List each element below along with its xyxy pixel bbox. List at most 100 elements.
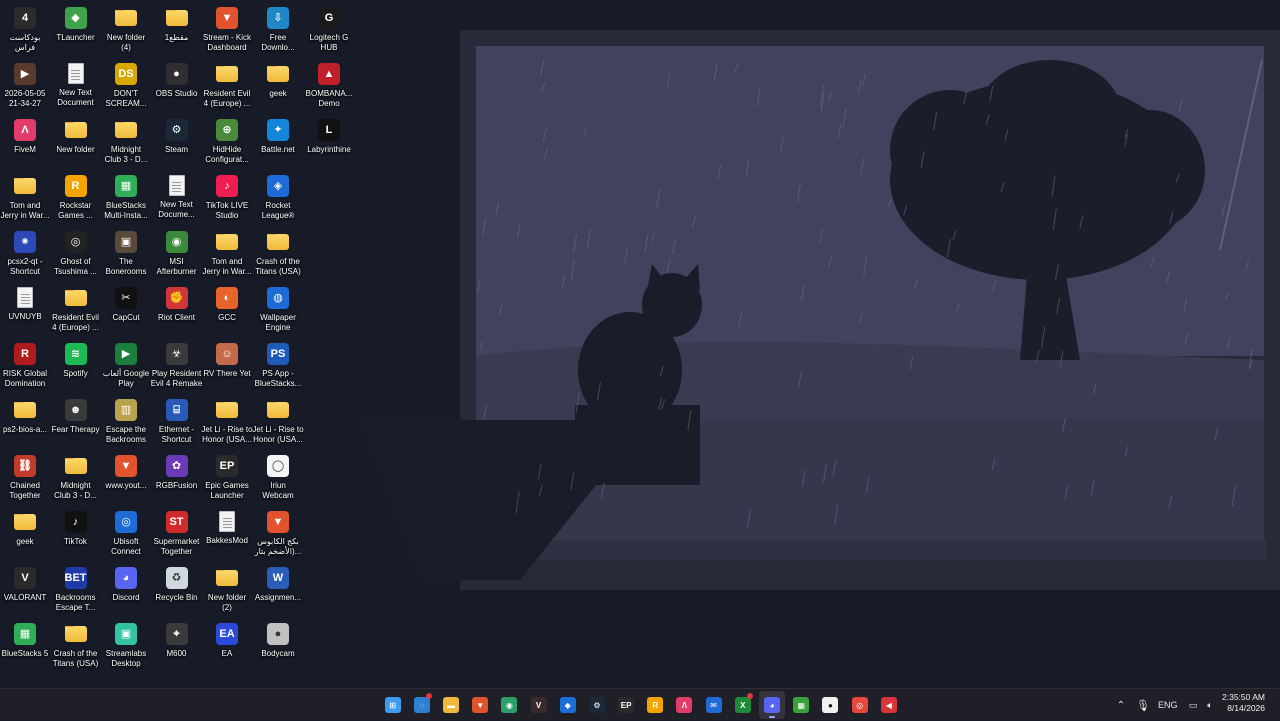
desktop-icon-labyrinthine[interactable]: L Labyrinthine xyxy=(304,114,354,168)
desktop-icon-ethernet[interactable]: ⌸ Ethernet - Shortcut xyxy=(152,394,202,448)
desktop-icon-newtext1[interactable]: New Text Document xyxy=(51,58,101,112)
language-indicator[interactable]: ENG xyxy=(1158,689,1178,721)
desktop-icon-clip1[interactable]: مقطع1 xyxy=(152,2,202,56)
folder-icon xyxy=(216,570,238,586)
desktop-icon-fivem[interactable]: Λ FiveM xyxy=(0,114,50,168)
desktop-icon-newfolder[interactable]: New folder xyxy=(51,114,101,168)
taskbar-app-obs[interactable]: ● xyxy=(817,691,843,719)
desktop-icon-bombana[interactable]: ▲ BOMBANA... Demo xyxy=(304,58,354,112)
desktop-icon-riot[interactable]: ✊ Riot Client xyxy=(152,282,202,336)
desktop-icon-ps2bios[interactable]: ps2-bios-a... xyxy=(0,394,50,448)
desktop-icon-risk[interactable]: R RISK Global Domination xyxy=(0,338,50,392)
taskbar-app-start[interactable]: ⊞ xyxy=(380,691,406,719)
desktop-icon-jetli2[interactable]: Jet Li - Rise to Honor (USA... xyxy=(252,394,304,448)
taskbar-app-minecraft[interactable]: ▦ xyxy=(788,691,814,719)
clock[interactable]: 2:35:50 AM 8/14/2026 xyxy=(1222,692,1265,714)
desktop-icon-ubisoft[interactable]: ◎ Ubisoft Connect xyxy=(101,506,151,560)
desktop-icon-obs[interactable]: ● OBS Studio xyxy=(152,58,202,112)
desktop-icon-ea[interactable]: EA EA xyxy=(202,618,252,672)
desktop-icon-battlenet[interactable]: ✦ Battle.net xyxy=(253,114,303,168)
desktop-icon-tiktok[interactable]: ♪ TikTok xyxy=(51,506,101,560)
desktop-icon-bakkesmod[interactable]: BakkesMod xyxy=(202,506,252,560)
taskbar-app-rockstar[interactable]: R xyxy=(642,691,668,719)
show-hidden-icons-chevron-icon[interactable]: ⌃ xyxy=(1114,700,1128,711)
desktop-icon-bluestacks5[interactable]: ▦ BlueStacks 5 xyxy=(0,618,50,672)
desktop-icon-tomjerry1[interactable]: Tom and Jerry in War... xyxy=(0,170,50,224)
desktop-icon-feartherapy[interactable]: ☻ Fear Therapy xyxy=(51,394,101,448)
desktop-icon-logitech[interactable]: G Logitech G HUB xyxy=(304,2,354,56)
taskbar-app-fivem[interactable]: Λ xyxy=(671,691,697,719)
taskbar-app-copilot[interactable]: ◌ xyxy=(409,691,435,719)
desktop-icon-crashtitans1[interactable]: Crash of the Titans (USA) xyxy=(253,226,303,280)
desktop-icon-freedownload[interactable]: ⇩ Free Downlo... xyxy=(253,2,303,56)
desktop-icon-bodycam[interactable]: ● Bodycam xyxy=(253,618,303,672)
desktop-icon-kick[interactable]: ▼ Stream - Kick Dashboard xyxy=(202,2,252,56)
desktop-icon-m600[interactable]: ⌖ M600 xyxy=(152,618,202,672)
taskbar-app-steam[interactable]: ⚙ xyxy=(584,691,610,719)
desktop-icon-midnight1[interactable]: Midnight Club 3 - D... xyxy=(101,114,151,168)
desktop-icon-recyclebin[interactable]: ♻ Recycle Bin xyxy=(152,562,202,616)
desktop-icon-psapp[interactable]: PS PS App - BlueStacks... xyxy=(253,338,303,392)
desktop-icon-valorant[interactable]: V VALORANT xyxy=(0,562,50,616)
taskbar-app-recorder[interactable]: ◀ xyxy=(876,691,902,719)
desktop-icon-midnight2[interactable]: Midnight Club 3 - D... xyxy=(51,450,101,504)
desktop-icon-brave2[interactable]: ▼ بكج الكابوس الأضخم بتار)... xyxy=(253,506,303,560)
desktop-icon-rgbfusion[interactable]: ✿ RGBFusion xyxy=(152,450,202,504)
taskbar-app-epic[interactable]: EP xyxy=(613,691,639,719)
desktop-icon-assignment[interactable]: W Assignmen... xyxy=(253,562,303,616)
desktop-icon-msi[interactable]: ◉ MSI Afterburner xyxy=(152,226,202,280)
desktop-icon-youtube[interactable]: ▼ www.yout... xyxy=(101,450,151,504)
desktop-icon-chained[interactable]: ⛓ Chained Together xyxy=(0,450,50,504)
desktop-icon-hidhide[interactable]: ⊕ HidHide Configurat... xyxy=(202,114,252,168)
desktop-icon-capcut[interactable]: ✂ CapCut xyxy=(101,282,151,336)
desktop-icon-supermarket[interactable]: ST Supermarket Together xyxy=(152,506,202,560)
taskbar-app-valorant[interactable]: V xyxy=(526,691,552,719)
microphone-icon[interactable]: 🎙︎ xyxy=(1134,699,1152,712)
desktop-icon-googleplay[interactable]: ▶ ألعاب Google Play xyxy=(101,338,151,392)
taskbar-app-discord[interactable]: ◕ xyxy=(759,691,786,719)
desktop-icon-gcc[interactable]: ◐ GCC xyxy=(202,282,252,336)
taskbar-app-xbox[interactable]: X xyxy=(730,691,756,719)
desktop-icon-epic1[interactable]: EP Epic Games Launcher xyxy=(202,450,252,504)
taskbar-app-bluestacks[interactable]: ◆ xyxy=(555,691,581,719)
desktop-icon-vid0505[interactable]: ▶ 2026-05-05 21-34-27 xyxy=(0,58,50,112)
desktop-icon-tomjerry2[interactable]: Tom and Jerry in War... xyxy=(202,226,252,280)
desktop-icon-ghost[interactable]: ◎ Ghost of Tsushima ... xyxy=(51,226,101,280)
desktop-icon-uvnuyb[interactable]: UVNUYB xyxy=(0,282,50,336)
taskbar-app-gamebar[interactable]: ◉ xyxy=(496,691,522,719)
desktop-icon-rockstar[interactable]: R Rockstar Games ... xyxy=(51,170,101,224)
taskbar-app-chrome[interactable]: ◎ xyxy=(847,691,873,719)
quick-settings[interactable]: ▭ 🔈︎ xyxy=(1186,689,1218,721)
desktop-icon-escapebackrooms[interactable]: ▥ Escape the Backrooms xyxy=(101,394,151,448)
taskbar-app-mail[interactable]: ✉ xyxy=(701,691,727,719)
desktop-icon-iriun[interactable]: ◯ Iriun Webcam xyxy=(253,450,303,504)
desktop-icon-playre4[interactable]: ☣ Play Resident Evil 4 Remake xyxy=(151,338,202,392)
desktop-icon-tlauncher[interactable]: ◆ TLauncher xyxy=(51,2,101,56)
desktop-icon-dontscream[interactable]: DS DON'T SCREAM... xyxy=(101,58,151,112)
desktop-icon-geek2[interactable]: geek xyxy=(0,506,50,560)
desktop-icon-label: Epic Games Launcher xyxy=(205,481,249,500)
desktop-icon-tiktoklive[interactable]: ♪ TikTok LIVE Studio xyxy=(202,170,252,224)
desktop-icon-jetli1[interactable]: Jet Li - Rise to Honor (USA... xyxy=(201,394,253,448)
desktop-icon-spotify[interactable]: ≋ Spotify xyxy=(51,338,101,392)
desktop-icon-steam[interactable]: ⚙ Steam xyxy=(152,114,202,168)
taskbar-app-explorer[interactable]: ▬ xyxy=(438,691,464,719)
desktop-icon-newfolder2[interactable]: New folder (2) xyxy=(202,562,252,616)
taskbar-app-brave[interactable]: ▼ xyxy=(467,691,493,719)
desktop-icon-re4europe2[interactable]: Resident Evil 4 (Europe) ... xyxy=(51,282,101,336)
desktop-icon-discord[interactable]: ◕ Discord xyxy=(101,562,151,616)
desktop-icon-re4europe1[interactable]: Resident Evil 4 (Europe) ... xyxy=(202,58,252,112)
desktop-icon-streamlabs[interactable]: ▣ Streamlabs Desktop xyxy=(101,618,151,672)
desktop-icon-rvthere[interactable]: ☺ RV There Yet xyxy=(202,338,252,392)
desktop-icon-pcsx2[interactable]: ✷ pcsx2-qt - Shortcut xyxy=(0,226,50,280)
desktop-icon-rocketleague[interactable]: ◈ Rocket League® xyxy=(253,170,303,224)
desktop-icon-newtext2[interactable]: New Text Docume... xyxy=(152,170,202,224)
desktop-icon-newfolder4[interactable]: New folder (4) xyxy=(101,2,151,56)
desktop-icon-bluestacksmulti[interactable]: ▦ BlueStacks Multi-Insta... xyxy=(101,170,151,224)
desktop-icon-geek1[interactable]: geek xyxy=(253,58,303,112)
desktop-icon-podcast[interactable]: 4 بودكاست فراس xyxy=(0,2,50,56)
desktop-icon-backroomsescape[interactable]: BET Backrooms Escape T... xyxy=(51,562,101,616)
desktop-icon-bonerooms[interactable]: ▣ The Bonerooms xyxy=(101,226,151,280)
desktop-icon-wallpaperengine[interactable]: ◍ Wallpaper Engine xyxy=(253,282,303,336)
desktop-icon-crashtitans2[interactable]: Crash of the Titans (USA) xyxy=(51,618,101,672)
